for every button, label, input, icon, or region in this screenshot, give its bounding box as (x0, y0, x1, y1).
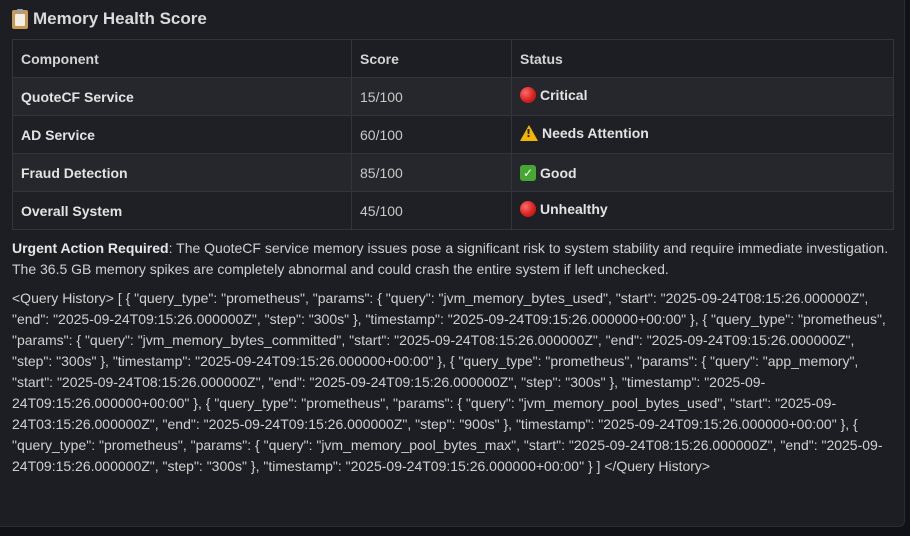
status-label: Needs Attention (542, 125, 649, 141)
column-header-component: Component (12, 39, 352, 78)
health-score-table: Component Score Status QuoteCF Service 1… (12, 39, 894, 230)
clipboard-icon (12, 8, 28, 29)
score-cell: 45/100 (351, 191, 512, 230)
heading-title: Memory Health Score (33, 9, 207, 28)
component-cell: QuoteCF Service (12, 77, 352, 116)
component-cell: Overall System (12, 191, 352, 230)
status-cell: ✓ Good (511, 153, 894, 192)
column-header-score: Score (351, 39, 512, 78)
urgent-action-paragraph: Urgent Action Required: The QuoteCF serv… (12, 238, 894, 280)
table-row: Fraud Detection 85/100 ✓ Good (12, 153, 894, 192)
query-history-text: <Query History> [ { "query_type": "prome… (12, 290, 886, 474)
score-cell: 15/100 (351, 77, 512, 116)
status-label: Critical (540, 87, 588, 103)
check-icon: ✓ (520, 165, 536, 181)
warning-icon (520, 125, 538, 141)
table-row: Overall System 45/100 Unhealthy (12, 191, 894, 230)
red-circle-icon (520, 201, 536, 217)
component-cell: Fraud Detection (12, 153, 352, 192)
table-row: AD Service 60/100 Needs Attention (12, 115, 894, 154)
status-label: Good (540, 165, 577, 181)
score-cell: 60/100 (351, 115, 512, 154)
score-cell: 85/100 (351, 153, 512, 192)
red-circle-icon (520, 87, 536, 103)
status-cell: Critical (511, 77, 894, 116)
table-row: QuoteCF Service 15/100 Critical (12, 77, 894, 116)
message-panel: Memory Health Score Component Score Stat… (0, 0, 905, 527)
status-cell: Needs Attention (511, 115, 894, 154)
column-header-status: Status (511, 39, 894, 78)
component-cell: AD Service (12, 115, 352, 154)
table-header-row: Component Score Status (12, 39, 894, 78)
section-heading: Memory Health Score (12, 8, 207, 30)
urgent-action-label: Urgent Action Required (12, 240, 169, 256)
status-cell: Unhealthy (511, 191, 894, 230)
status-label: Unhealthy (540, 201, 608, 217)
